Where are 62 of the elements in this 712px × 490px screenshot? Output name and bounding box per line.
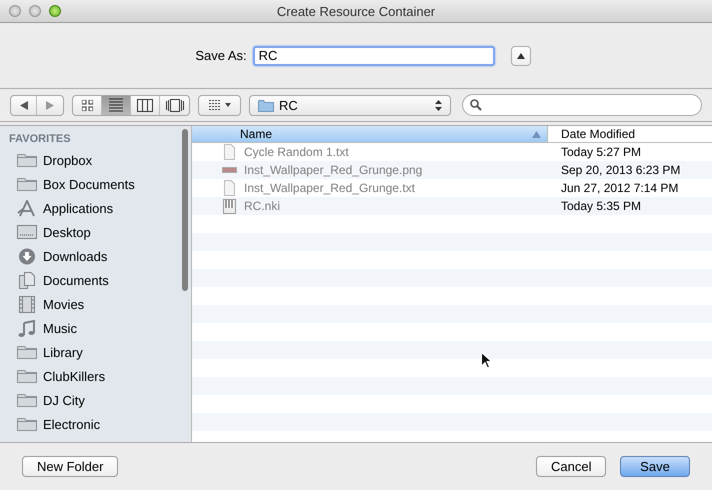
coverflow-icon	[166, 98, 184, 112]
column-header[interactable]: Name	[192, 126, 548, 142]
arrange-icon	[208, 100, 230, 110]
list-icon	[109, 98, 123, 112]
file-name: Inst_Wallpaper_Red_Grunge.txt	[244, 181, 415, 195]
sidebar-item[interactable]: Dropbox	[43, 152, 92, 168]
push-button[interactable]: New Folder	[22, 456, 118, 477]
date-modified: Sep 20, 2013 6:23 PM	[561, 163, 680, 177]
grid-icon	[82, 100, 92, 110]
default-button[interactable]: Save	[620, 456, 690, 477]
folder-icon	[17, 392, 37, 408]
film-icon	[17, 296, 37, 312]
file-name: Inst_Wallpaper_Red_Grunge.png	[244, 163, 422, 177]
forward-icon	[46, 100, 54, 110]
zoom-button[interactable]	[49, 5, 61, 17]
sidebar-item[interactable]: DJ City	[43, 392, 85, 408]
sidebar-item[interactable]: Movies	[43, 296, 84, 312]
folder-icon	[258, 98, 274, 112]
date-modified: Today 5:35 PM	[561, 199, 642, 213]
documents-icon	[17, 272, 37, 288]
file-name: Cycle Random 1.txt	[244, 145, 349, 159]
navigation-control[interactable]	[10, 94, 64, 116]
sidebar-item[interactable]: ClubKillers	[43, 368, 106, 384]
folder-icon	[17, 368, 37, 384]
view-mode-control[interactable]	[72, 94, 190, 116]
desktop-icon	[17, 224, 37, 240]
sidebar-item[interactable]: Downloads	[43, 248, 108, 264]
date-modified: Jun 27, 2012 7:14 PM	[561, 181, 678, 195]
mouse-pointer-icon	[481, 352, 492, 369]
search-field[interactable]	[462, 94, 702, 116]
sidebar-item[interactable]: Desktop	[43, 224, 91, 240]
folder-icon	[17, 152, 37, 168]
sidebar-item[interactable]: Library	[43, 344, 83, 360]
search-icon	[470, 99, 482, 111]
music-note-icon	[17, 320, 37, 336]
save-as-field[interactable]: RC	[252, 46, 495, 66]
sidebar-item[interactable]: Box Documents	[43, 176, 135, 192]
columns-icon	[137, 98, 153, 112]
sidebar-item[interactable]: Applications	[43, 200, 114, 216]
save-as-label: Save As:	[195, 48, 247, 63]
folder-icon	[17, 416, 37, 432]
file-name: RC.nki	[244, 199, 280, 213]
arrange-button[interactable]	[198, 94, 241, 116]
push-button[interactable]: Cancel	[536, 456, 606, 477]
sidebar-heading: FAVORITES	[8, 132, 72, 147]
sidebar-item[interactable]: Documents	[43, 272, 109, 288]
window-title: Create Resource Container	[276, 4, 436, 18]
expand-button[interactable]	[510, 46, 531, 66]
download-icon	[17, 248, 37, 264]
view-button[interactable]	[102, 96, 131, 114]
sidebar-item[interactable]: Electronic	[43, 416, 100, 432]
sort-up-icon	[532, 130, 541, 138]
triangle-up-icon	[516, 52, 525, 58]
sidebar-item[interactable]: Music	[43, 320, 77, 336]
scrollbar[interactable]	[182, 129, 188, 291]
folder-icon	[17, 176, 37, 192]
back-icon	[20, 100, 28, 110]
location-popup[interactable]: RC	[249, 94, 451, 116]
date-modified: Today 5:27 PM	[561, 145, 642, 159]
applications-icon	[17, 200, 37, 216]
folder-icon	[17, 344, 37, 360]
updown-arrows-icon	[435, 100, 442, 110]
